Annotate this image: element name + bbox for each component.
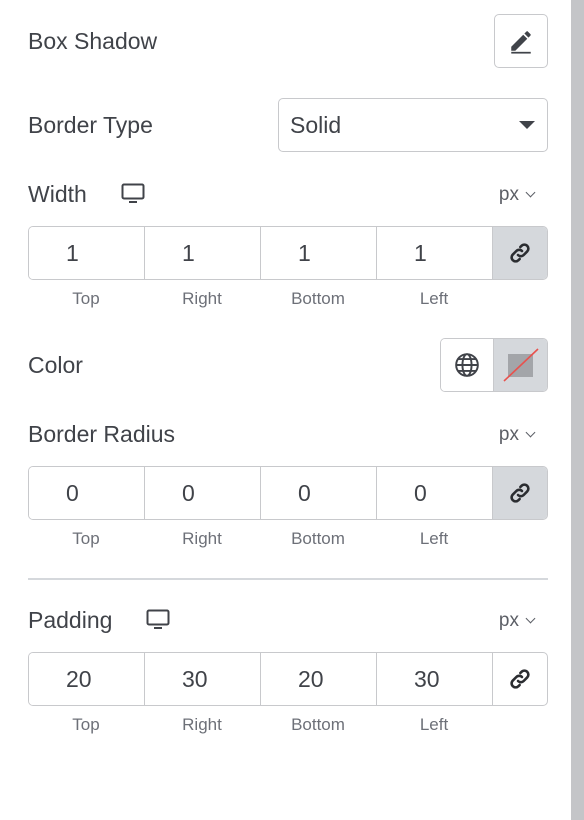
padding-top-input[interactable]: 20 (29, 653, 145, 705)
padding-label: Padding (28, 607, 113, 633)
box-shadow-edit-button[interactable] (494, 14, 548, 68)
padding-link-button[interactable] (493, 653, 547, 705)
border-radius-inputs: 0 0 0 0 (28, 466, 548, 520)
global-colors-button[interactable] (441, 339, 494, 391)
radius-left-input[interactable]: 0 (377, 467, 493, 519)
box-shadow-row: Box Shadow (28, 14, 548, 68)
color-label: Color (28, 352, 83, 378)
pencil-icon (511, 31, 531, 54)
no-color-swatch-icon (502, 348, 539, 382)
link-icon (510, 243, 530, 263)
border-type-value: Solid (290, 111, 342, 138)
border-type-label: Border Type (28, 112, 153, 138)
width-label: Width (28, 181, 87, 207)
border-radius-unit-select[interactable]: px (498, 424, 536, 446)
side-label-bottom: Bottom (291, 289, 345, 308)
side-label-top: Top (72, 529, 100, 548)
width-side-labels: Top Right Bottom Left (28, 289, 492, 309)
desktop-icon[interactable] (146, 609, 170, 631)
side-label-top: Top (72, 289, 100, 308)
side-label-bottom: Bottom (291, 529, 345, 548)
border-radius-header: Border Radius px (28, 418, 548, 452)
radius-top-input[interactable]: 0 (29, 467, 145, 519)
side-label-right: Right (182, 289, 222, 308)
section-divider (28, 578, 548, 580)
padding-header: Padding px (28, 604, 548, 638)
padding-unit-label: px (498, 610, 519, 631)
side-label-top: Top (72, 715, 100, 734)
side-label-bottom: Bottom (291, 715, 345, 734)
width-link-button[interactable] (493, 227, 547, 279)
scrollbar[interactable] (571, 0, 584, 820)
width-left-input[interactable]: 1 (377, 227, 493, 279)
color-swatch-button[interactable] (494, 339, 547, 391)
radius-bottom-input[interactable]: 0 (261, 467, 377, 519)
radius-side-labels: Top Right Bottom Left (28, 529, 492, 549)
padding-unit-select[interactable]: px (498, 610, 536, 632)
chevron-down-icon (525, 427, 536, 438)
padding-inputs: 20 30 20 30 (28, 652, 548, 706)
side-label-left: Left (419, 715, 449, 734)
padding-bottom-input[interactable]: 20 (261, 653, 377, 705)
side-label-left: Left (419, 289, 449, 308)
width-unit-label: px (498, 184, 519, 205)
side-label-right: Right (182, 529, 222, 548)
width-header: Width px (28, 178, 548, 212)
caret-down-icon (519, 121, 535, 129)
box-shadow-label: Box Shadow (28, 28, 158, 54)
padding-left-input[interactable]: 30 (377, 653, 493, 705)
chevron-down-icon (525, 613, 536, 624)
border-radius-label: Border Radius (28, 421, 176, 447)
color-control (440, 338, 548, 392)
width-top-input[interactable]: 1 (29, 227, 145, 279)
width-unit-select[interactable]: px (498, 184, 536, 206)
width-bottom-input[interactable]: 1 (261, 227, 377, 279)
side-label-left: Left (419, 529, 449, 548)
chevron-down-icon (525, 187, 536, 198)
padding-side-labels: Top Right Bottom Left (28, 715, 492, 735)
width-inputs: 1 1 1 1 (28, 226, 548, 280)
radius-right-input[interactable]: 0 (145, 467, 261, 519)
side-label-right: Right (182, 715, 222, 734)
globe-icon (455, 353, 479, 377)
border-type-row: Border Type Solid (28, 98, 548, 152)
link-icon (510, 669, 530, 689)
link-icon (510, 483, 530, 503)
border-radius-unit-label: px (498, 424, 519, 445)
radius-link-button[interactable] (493, 467, 547, 519)
padding-right-input[interactable]: 30 (145, 653, 261, 705)
desktop-icon[interactable] (121, 183, 145, 205)
color-row: Color (28, 338, 548, 392)
width-right-input[interactable]: 1 (145, 227, 261, 279)
border-type-select[interactable]: Solid (278, 98, 548, 152)
